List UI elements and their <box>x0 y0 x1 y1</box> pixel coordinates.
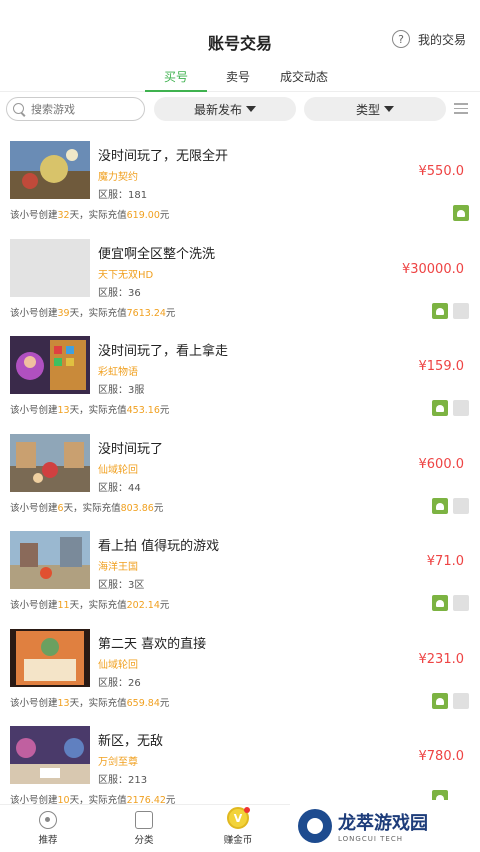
search-input[interactable] <box>31 102 136 116</box>
item-title: 看上拍 值得玩的游戏 <box>98 539 220 554</box>
game-thumbnail <box>10 726 90 784</box>
watermark-logo-icon <box>298 809 332 843</box>
item-server: 区服：3区 <box>98 580 145 591</box>
tab-sell[interactable]: 卖号 <box>218 68 258 85</box>
nav-label: 赚金币 <box>223 835 253 846</box>
item-game-name: 仙域轮回 <box>98 660 138 671</box>
item-price: ¥71.0 <box>426 554 464 569</box>
notification-dot <box>244 807 250 813</box>
item-title: 没时间玩了，无限全开 <box>98 149 229 164</box>
item-server: 区服：213 <box>98 775 148 786</box>
item-title: 没时间玩了，看上拿走 <box>98 344 229 359</box>
header: 账号交易 ? 我的交易 <box>0 0 480 60</box>
caret-down-icon <box>246 106 256 112</box>
item-info: 该小号创建11天，实际充值202.14元 <box>10 600 170 611</box>
nav-category[interactable]: 分类 <box>114 811 174 846</box>
item-info: 该小号创建6天，实际充值803.86元 <box>10 503 164 514</box>
item-title: 没时间玩了 <box>98 442 164 457</box>
listing-item[interactable]: 便宜啊全区整个洗洗 天下无双HD 区服：36 ¥30000.0 该小号创建39天… <box>0 239 480 337</box>
watermark-subtitle: LONGCUI TECH <box>338 835 403 843</box>
nav-earn-coins[interactable]: V 赚金币 <box>208 807 268 846</box>
item-game-name: 仙域轮回 <box>98 465 138 476</box>
item-game-name: 天下无双HD <box>98 270 154 281</box>
android-icon <box>432 693 448 709</box>
listing-item[interactable]: 看上拍 值得玩的游戏 海洋王国 区服：3区 ¥71.0 该小号创建11天，实际充… <box>0 531 480 629</box>
game-thumbnail <box>10 336 90 394</box>
type-dropdown[interactable]: 类型 <box>304 97 446 121</box>
item-price: ¥780.0 <box>418 749 465 764</box>
item-game-name: 魔力契约 <box>98 172 138 183</box>
sort-dropdown[interactable]: 最新发布 <box>154 97 296 121</box>
my-trade-button[interactable]: ? 我的交易 <box>391 30 466 48</box>
search-icon <box>13 102 26 116</box>
item-server: 区服：44 <box>98 483 141 494</box>
item-price: ¥30000.0 <box>401 262 464 277</box>
my-trade-label[interactable]: 我的交易 <box>418 31 466 48</box>
item-game-name: 万剑至尊 <box>98 757 138 768</box>
listing-item[interactable]: 没时间玩了 仙域轮回 区服：44 ¥600.0 该小号创建6天，实际充值803.… <box>0 434 480 532</box>
type-label: 类型 <box>355 102 380 117</box>
search-box[interactable] <box>6 97 145 121</box>
android-icon <box>453 205 469 221</box>
category-icon <box>135 811 153 829</box>
game-thumbnail <box>10 239 90 297</box>
item-price: ¥159.0 <box>418 359 465 374</box>
listing-item[interactable]: 第二天 喜欢的直接 仙域轮回 区服：26 ¥231.0 该小号创建13天，实际充… <box>0 629 480 727</box>
tab-bar: 买号 卖号 成交动态 <box>0 64 480 92</box>
item-server: 区服：26 <box>98 678 141 689</box>
listing-item[interactable]: 没时间玩了，无限全开 魔力契约 区服：181 ¥550.0 该小号创建32天，实… <box>0 141 480 239</box>
sort-label: 最新发布 <box>193 102 242 117</box>
tab-active-indicator <box>145 90 207 92</box>
item-server: 区服：36 <box>98 288 141 299</box>
game-thumbnail <box>10 141 90 199</box>
item-title: 第二天 喜欢的直接 <box>98 637 207 652</box>
android-icon <box>432 303 448 319</box>
platform-placeholder-icon <box>453 303 469 319</box>
watermark: 龙萃游戏园 LONGCUI TECH <box>290 800 480 852</box>
nav-label: 分类 <box>134 835 154 846</box>
item-server: 区服：3服 <box>98 385 145 396</box>
tab-deals[interactable]: 成交动态 <box>272 68 336 85</box>
item-info: 该小号创建13天，实际充值659.84元 <box>10 698 170 709</box>
game-thumbnail <box>10 629 90 687</box>
nav-label: 推荐 <box>38 835 58 846</box>
android-icon <box>432 400 448 416</box>
item-server: 区服：181 <box>98 190 148 201</box>
list-view-icon[interactable] <box>454 103 468 115</box>
android-icon <box>432 595 448 611</box>
help-icon[interactable]: ? <box>391 30 410 48</box>
platform-placeholder-icon <box>453 498 469 514</box>
nav-recommend[interactable]: 推荐 <box>18 811 78 846</box>
android-icon <box>432 498 448 514</box>
item-price: ¥550.0 <box>418 164 465 179</box>
item-title: 新区，无敌 <box>98 734 164 749</box>
item-game-name: 彩虹物语 <box>98 367 138 378</box>
platform-placeholder-icon <box>453 693 469 709</box>
caret-down-icon <box>384 106 394 112</box>
item-title: 便宜啊全区整个洗洗 <box>98 247 216 262</box>
item-info: 该小号创建39天，实际充值7613.24元 <box>10 308 176 319</box>
game-thumbnail <box>10 434 90 492</box>
item-price: ¥231.0 <box>418 652 465 667</box>
platform-placeholder-icon <box>453 400 469 416</box>
platform-placeholder-icon <box>453 595 469 611</box>
recommend-icon <box>39 811 57 829</box>
item-price: ¥600.0 <box>418 457 465 472</box>
coin-icon: V <box>227 807 250 829</box>
listing-item[interactable]: 没时间玩了，看上拿走 彩虹物语 区服：3服 ¥159.0 该小号创建13天，实际… <box>0 336 480 434</box>
watermark-title: 龙萃游戏园 <box>338 813 428 834</box>
game-thumbnail <box>10 531 90 589</box>
tab-buy[interactable]: 买号 <box>145 68 207 85</box>
filter-bar: 最新发布 类型 <box>0 97 480 123</box>
item-game-name: 海洋王国 <box>98 562 138 573</box>
app-root: 账号交易 ? 我的交易 买号 卖号 成交动态 最新发布 类型 <box>0 0 480 852</box>
item-info: 该小号创建32天，实际充值619.00元 <box>10 210 170 221</box>
item-info: 该小号创建13天，实际充值453.16元 <box>10 405 170 416</box>
